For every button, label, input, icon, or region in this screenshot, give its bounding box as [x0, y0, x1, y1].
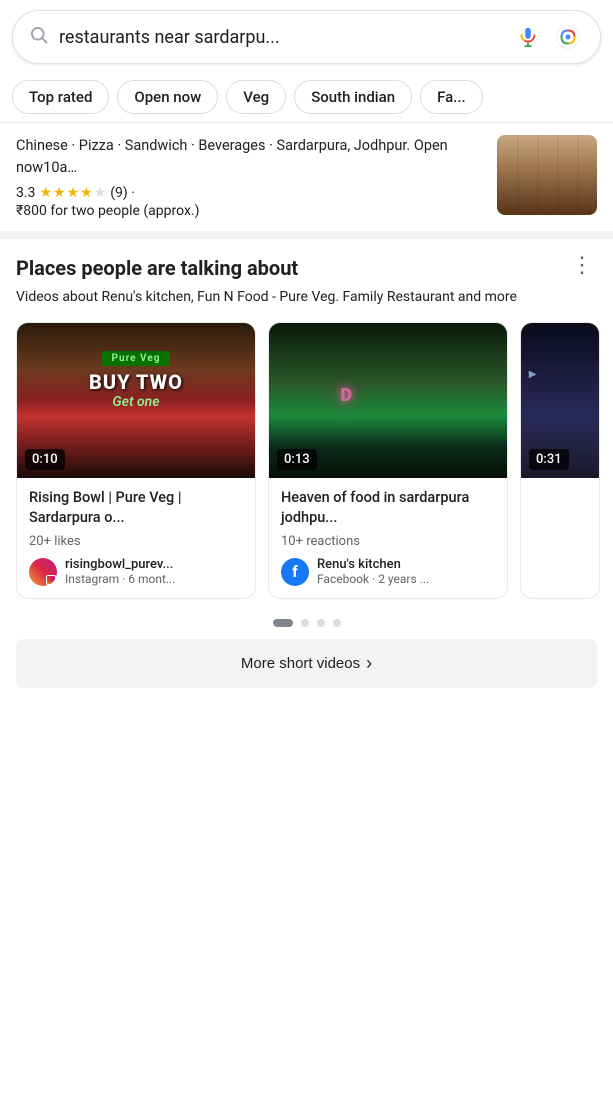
source-text-1: risingbowl_purev... Instagram · 6 mont..…: [65, 557, 175, 586]
video-thumbnail-2: 0:13 D: [269, 323, 507, 478]
places-subtitle: Videos about Renu's kitchen, Fun N Food …: [0, 287, 613, 322]
filter-chips-container: Top rated Open now Veg South indian Fa..…: [0, 72, 613, 123]
chip-top-rated[interactable]: Top rated: [12, 80, 109, 114]
star-1: ★: [39, 185, 52, 201]
video-cards-scroll: Pure Veg BUY TWO Get one 0:10 Rising Bow…: [0, 322, 613, 616]
lens-button[interactable]: [552, 21, 584, 53]
star-2: ★: [53, 185, 66, 201]
snippet-description: Chinese · Pizza · Sandwich · Beverages ·…: [16, 135, 485, 179]
star-3: ★: [67, 185, 80, 201]
video-source-2: f Renu's kitchen Facebook · 2 years ...: [281, 557, 495, 586]
search-query: restaurants near sardarpu...: [59, 27, 504, 48]
search-bar-container: restaurants near sardarpu...: [0, 0, 613, 72]
video-thumbnail-1: Pure Veg BUY TWO Get one 0:10: [17, 323, 255, 478]
more-videos-label: More short videos: [241, 655, 360, 672]
chip-south-indian[interactable]: South indian: [294, 80, 412, 114]
video-overlay-2: 0:13: [269, 323, 507, 478]
review-count: (9) ·: [110, 185, 135, 201]
more-videos-arrow: ›: [366, 653, 372, 674]
source-name-1: risingbowl_purev...: [65, 557, 175, 572]
video-info-1: Rising Bowl | Pure Veg | Sardarpura o...…: [17, 478, 255, 599]
snippet-text: Chinese · Pizza · Sandwich · Beverages ·…: [16, 135, 485, 219]
video-info-2: Heaven of food in sardarpura jodhpu... 1…: [269, 478, 507, 599]
price-text: ₹800 for two people (approx.): [16, 203, 485, 219]
neon-sign: D: [340, 385, 352, 406]
source-name-2: Renu's kitchen: [317, 557, 429, 572]
banner-get-one: Get one: [112, 394, 159, 410]
star-rating: ★ ★ ★ ★ ★: [39, 185, 106, 201]
video-title-2: Heaven of food in sardarpura jodhpu...: [281, 488, 495, 529]
dot-4[interactable]: [333, 619, 341, 627]
video-duration-3: 0:31: [529, 449, 569, 470]
rating-number: 3.3: [16, 185, 35, 201]
chip-open-now[interactable]: Open now: [117, 80, 218, 114]
places-section: Places people are talking about ⋮ Videos…: [0, 239, 613, 689]
mic-button[interactable]: [514, 23, 542, 51]
video-thumbnail-3: 0:31 ▶: [521, 323, 599, 478]
video-likes-1: 20+ likes: [29, 534, 243, 549]
source-text-2: Renu's kitchen Facebook · 2 years ...: [317, 557, 429, 586]
video-source-1: risingbowl_purev... Instagram · 6 mont..…: [29, 557, 243, 586]
restaurant-snippet: Chinese · Pizza · Sandwich · Beverages ·…: [0, 123, 613, 239]
banner-buy-two: BUY TWO: [89, 370, 183, 394]
dot-3[interactable]: [317, 619, 325, 627]
star-5: ★: [94, 185, 107, 201]
source-platform-2: Facebook · 2 years ...: [317, 572, 429, 586]
card3-overlay: ▶: [529, 369, 537, 380]
more-videos-button[interactable]: More short videos ›: [16, 639, 597, 688]
dot-2[interactable]: [301, 619, 309, 627]
video-overlay-1: Pure Veg BUY TWO Get one 0:10: [17, 323, 255, 478]
search-icon: [29, 25, 49, 50]
places-header: Places people are talking about ⋮: [0, 255, 613, 287]
video-duration-2: 0:13: [277, 449, 317, 470]
video-card-2[interactable]: 0:13 D Heaven of food in sardarpura jodh…: [268, 322, 508, 600]
video-likes-2: 10+ reactions: [281, 534, 495, 549]
video-card-3[interactable]: 0:31 ▶: [520, 322, 600, 600]
snippet-rating-row: 3.3 ★ ★ ★ ★ ★ (9) ·: [16, 185, 485, 201]
video-card-1[interactable]: Pure Veg BUY TWO Get one 0:10 Rising Bow…: [16, 322, 256, 600]
pagination-dots: [0, 615, 613, 639]
video-title-1: Rising Bowl | Pure Veg | Sardarpura o...: [29, 488, 243, 529]
chip-fast-food[interactable]: Fa...: [420, 80, 483, 114]
more-options-button[interactable]: ⋮: [567, 255, 597, 277]
source-avatar-1: [29, 558, 57, 586]
source-platform-1: Instagram · 6 mont...: [65, 572, 175, 586]
video-duration-1: 0:10: [25, 449, 65, 470]
banner-pure-veg: Pure Veg: [102, 351, 171, 366]
star-4: ★: [80, 185, 93, 201]
source-avatar-2: f: [281, 558, 309, 586]
dot-1[interactable]: [273, 619, 293, 627]
places-title: Places people are talking about: [16, 255, 567, 281]
search-bar[interactable]: restaurants near sardarpu...: [12, 10, 601, 64]
video-overlay-3: 0:31: [521, 323, 599, 478]
chip-veg[interactable]: Veg: [226, 80, 286, 114]
restaurant-image[interactable]: [497, 135, 597, 215]
